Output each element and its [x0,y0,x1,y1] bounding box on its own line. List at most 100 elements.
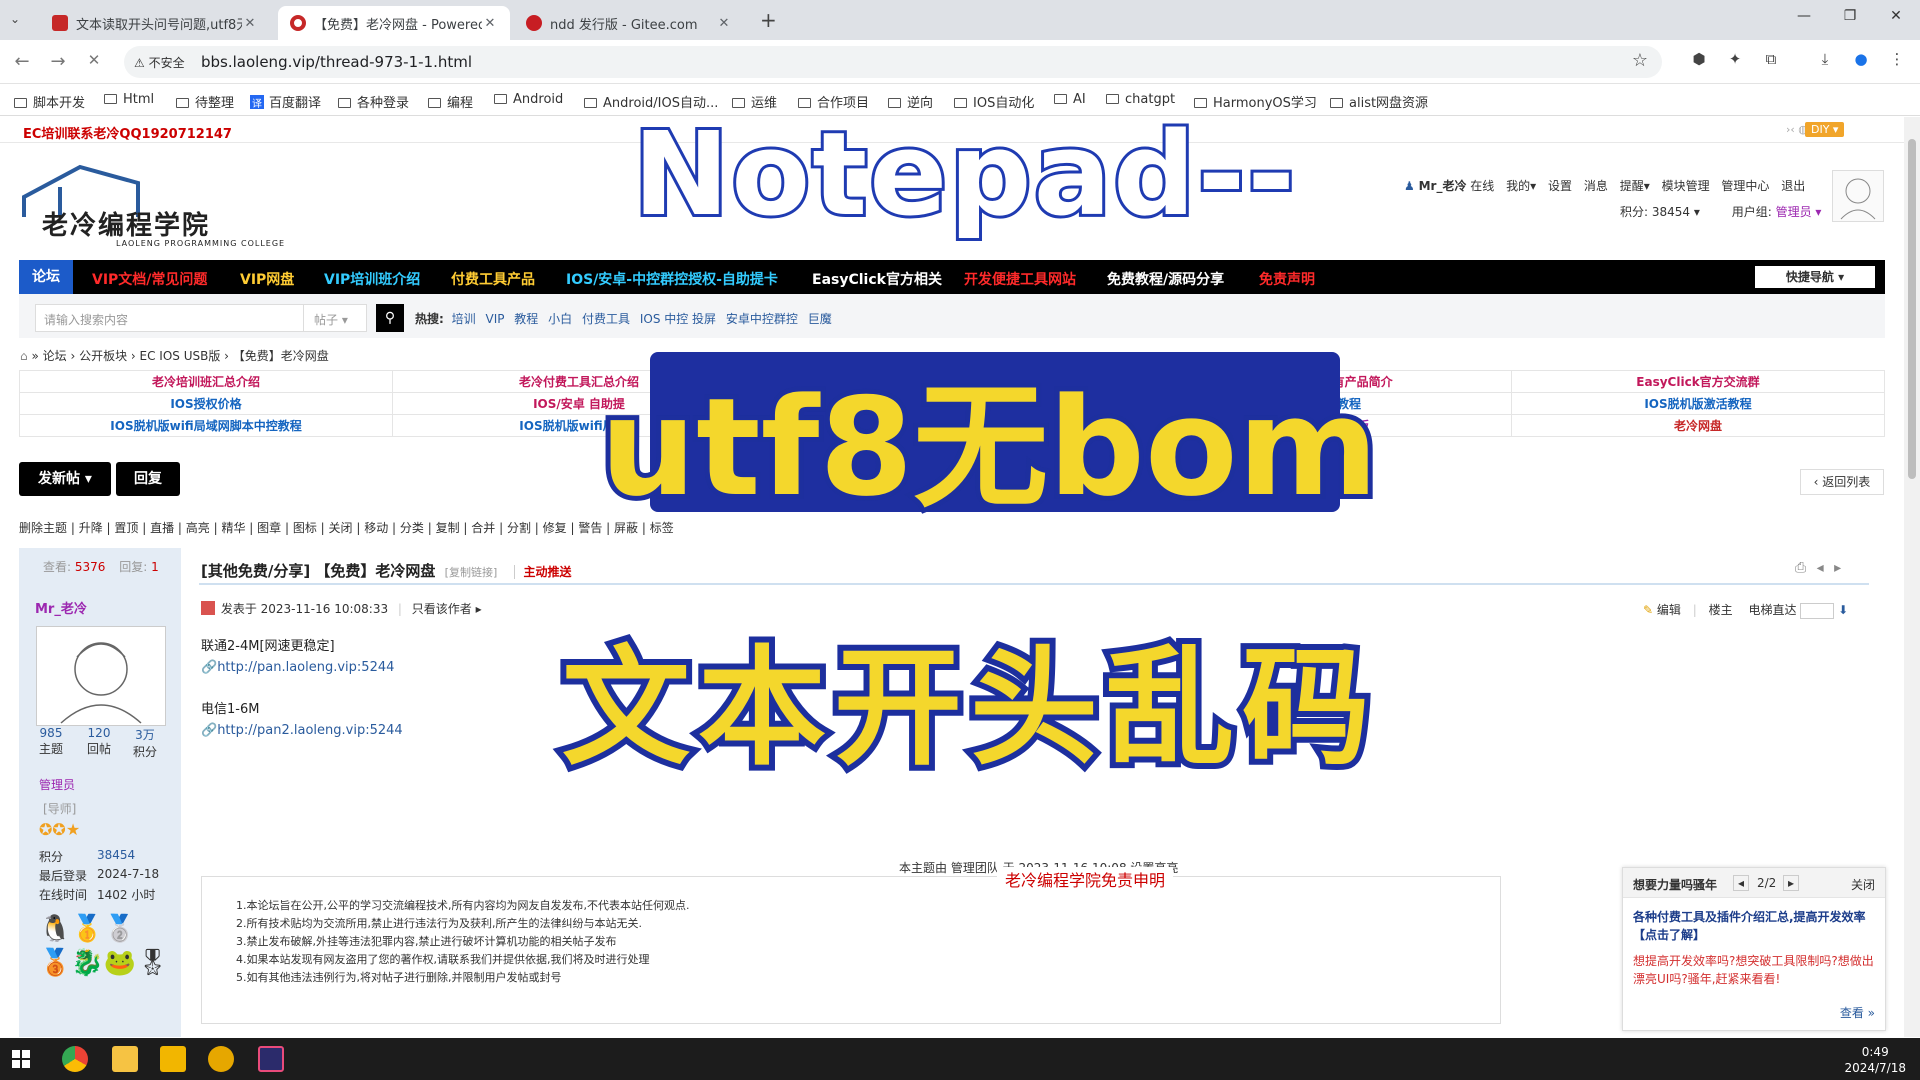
copy-link[interactable]: [复制链接] [445,566,498,579]
bookmark-folder[interactable]: alist网盘资源 [1330,92,1428,111]
author-role[interactable]: 管理员 [39,776,75,793]
url-text[interactable]: bbs.laoleng.vip/thread-973-1-1.html [201,53,472,71]
nav-vip-docs[interactable]: VIP文档/常见问题 [92,269,207,289]
hot-tag[interactable]: 付费工具 [582,312,630,326]
admin-action[interactable]: 置顶 [114,521,138,535]
admin-action[interactable]: 精华 [221,521,245,535]
prev-thread-icon[interactable]: ◂ [1817,560,1824,576]
popup-prev-icon[interactable]: ◂ [1733,875,1749,891]
notepad-app-icon[interactable] [160,1046,186,1072]
hot-tag[interactable]: 安卓中控群控 [726,312,798,326]
search-icon[interactable]: ⚲ [376,304,404,332]
grid-link[interactable]: EasyClick官方交流群 [1511,370,1885,393]
extension-icon[interactable]: ⬢ [1688,50,1710,72]
next-thread-icon[interactable]: ▸ [1834,560,1841,576]
breadcrumb-item[interactable]: 公开板块 [79,349,127,363]
menu-logout[interactable]: 退出 [1781,179,1805,193]
system-clock[interactable]: 0:49 2024/7/18 [1844,1044,1906,1076]
hot-tag[interactable]: VIP [485,312,504,326]
admin-action[interactable]: 分割 [507,521,531,535]
menu-settings[interactable]: 设置 [1548,179,1572,193]
file-explorer-icon[interactable] [112,1046,138,1072]
medal-icons[interactable]: 🐧🥇🥈 🥉🐉🐸🎖 [39,912,179,980]
start-icon[interactable] [12,1050,30,1068]
hot-tag[interactable]: 教程 [514,312,538,326]
restore-icon[interactable]: ❐ [1830,8,1870,24]
close-tab-icon[interactable]: ✕ [242,16,258,31]
admin-action[interactable]: 分类 [400,521,424,535]
bookmark-folder[interactable]: AI [1054,92,1086,107]
tab-search-dropdown[interactable]: ⌄ [10,12,20,26]
browser-tab-3[interactable]: ndd 发行版 - Gitee.com ✕ [514,6,744,40]
back-to-list-button[interactable]: ‹ 返回列表 [1800,469,1884,495]
bookmark-folder[interactable]: 编程 [428,92,473,111]
minimize-icon[interactable]: — [1784,8,1824,24]
username-link[interactable]: Mr_老冷 [1419,179,1467,193]
stop-loading-icon[interactable]: ✕ [82,51,106,69]
admin-action[interactable]: 移动 [364,521,388,535]
breadcrumb-item[interactable]: 论坛 [43,349,67,363]
user-avatar[interactable] [1832,170,1884,222]
hot-tag[interactable]: 培训 [452,312,476,326]
grid-link[interactable]: 老冷培训班汇总介绍 [19,370,393,393]
nav-disclaimer[interactable]: 免责声明 [1259,269,1315,289]
close-tab-icon[interactable]: ✕ [716,16,732,31]
popup-close[interactable]: 关闭 [1851,876,1875,893]
admin-action[interactable]: 合并 [471,521,495,535]
browser-tab-1[interactable]: 文本读取开头问号问题,utf8无b ✕ [40,6,270,40]
admin-action[interactable]: 图章 [257,521,281,535]
bookmark-folder[interactable]: 脚本开发 [14,92,85,111]
hot-tag[interactable]: IOS 中控 投屏 [640,312,716,326]
push-button[interactable]: 主动推送 [514,565,572,579]
page-scrollbar[interactable] [1904,117,1920,1037]
postman-app-icon[interactable] [208,1046,234,1072]
breadcrumb-item[interactable]: 【免费】老冷网盘 [233,349,329,363]
grid-link[interactable]: 老冷网盘 [1511,414,1885,437]
admin-action[interactable]: 直播 [150,521,174,535]
nav-ios-android[interactable]: IOS/安卓-中控群控授权-自助提卡 [566,269,778,289]
menu-messages[interactable]: 消息 [1584,179,1608,193]
menu-module-manage[interactable]: 模块管理 [1662,179,1710,193]
hot-tag[interactable]: 小白 [548,312,572,326]
popup-more[interactable]: 查看 » [1840,1004,1875,1021]
author-name[interactable]: Mr_老冷 [35,598,87,617]
admin-action[interactable]: 高亮 [186,521,210,535]
scrollbar-thumb[interactable] [1908,139,1916,479]
menu-reminders[interactable]: 提醒▾ [1620,179,1650,193]
grid-link[interactable]: IOS脱机版激活教程 [1511,392,1885,415]
profile-icon[interactable]: ● [1850,50,1872,72]
new-tab-button[interactable]: + [760,8,777,32]
breadcrumb-item[interactable]: EC IOS USB版 [140,349,221,363]
admin-action[interactable]: 警告 [578,521,602,535]
bookmark-star-icon[interactable]: ☆ [1632,50,1648,71]
diy-button[interactable]: DIY ▾ [1805,122,1845,137]
nav-vip-pan[interactable]: VIP网盘 [240,269,294,289]
bookmark-folder[interactable]: Android [494,92,563,107]
menu-icon[interactable]: ⋮ [1886,50,1908,72]
print-icon[interactable]: ⎙ [1795,560,1806,576]
bookmark-folder[interactable]: 待整理 [176,92,234,111]
nav-free-tutorials[interactable]: 免费教程/源码分享 [1107,269,1224,289]
bookmark-link[interactable]: 译百度翻译 [250,92,321,111]
reply-button[interactable]: 回复 [116,462,180,496]
search-type-select[interactable]: 帖子 ▾ [303,304,367,332]
bookmark-folder[interactable]: Html [104,92,154,107]
admin-action[interactable]: 升降 [79,521,103,535]
intellij-icon[interactable] [258,1046,284,1072]
admin-action[interactable]: 图标 [293,521,317,535]
author-stat[interactable]: 985 主题 [31,726,71,757]
admin-action[interactable]: 删除主题 [19,521,67,535]
download-icon[interactable]: ⤓ [1814,50,1836,72]
nav-dev-tools[interactable]: 开发便捷工具网站 [964,269,1076,289]
user-score[interactable]: 积分: 38454 ▾ [1620,205,1700,219]
user-group[interactable]: 管理员 ▾ [1776,205,1822,219]
menu-my[interactable]: 我的▾ [1506,179,1536,193]
grid-link[interactable]: IOS授权价格 [19,392,393,415]
edit-button[interactable]: ✎ 编辑 [1643,603,1681,617]
browser-tab-2[interactable]: 【免费】老冷网盘 - Powered ✕ [278,6,510,40]
post-link[interactable]: http://pan.laoleng.vip:5244 [217,660,394,675]
back-icon[interactable]: ← [10,51,34,72]
post-link[interactable]: http://pan2.laoleng.vip:5244 [217,723,402,738]
puzzle-extensions-icon[interactable]: ⧉ [1760,50,1782,72]
author-stat[interactable]: 3万 积分 [125,726,165,760]
